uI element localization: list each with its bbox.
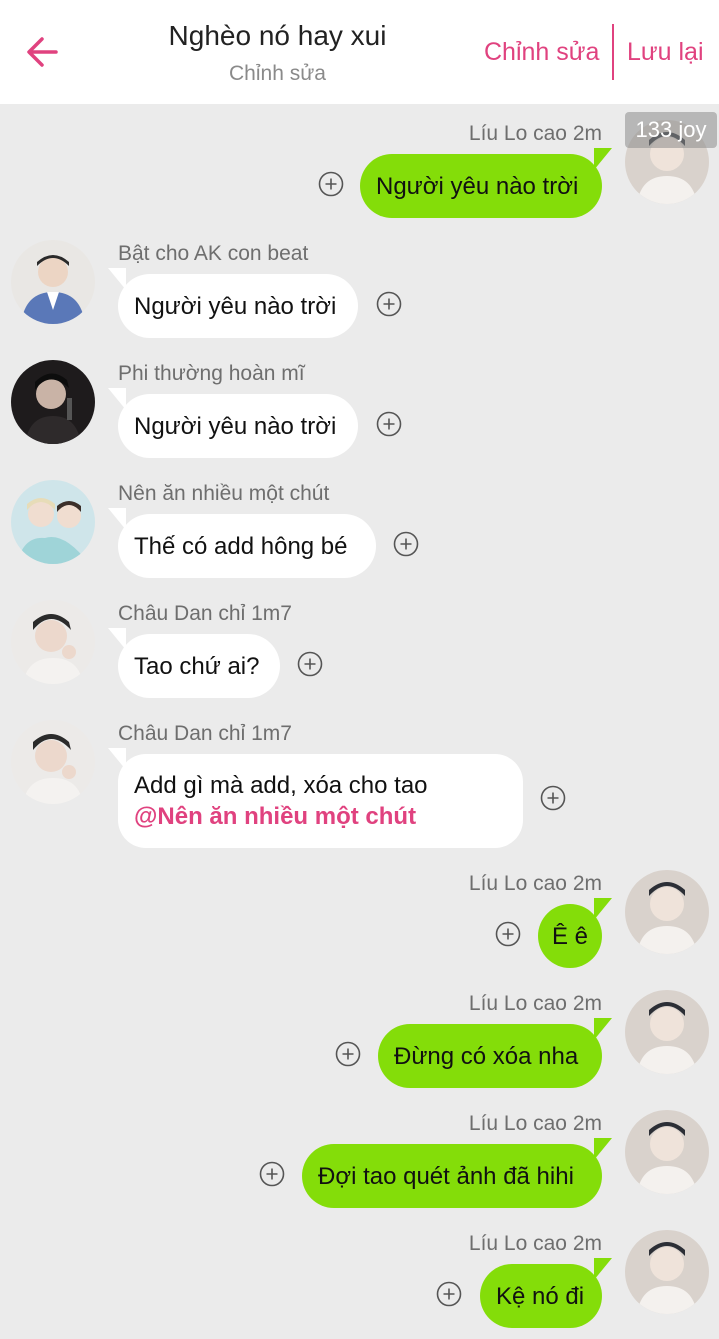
message-text: Người yêu nào trời xyxy=(376,172,579,200)
message-bubble[interactable]: Người yêu nào trời xyxy=(118,394,358,458)
avatar[interactable] xyxy=(625,1110,709,1194)
message-item: Líu Lo cao 2m Ê ê xyxy=(0,870,719,970)
bubble-tail xyxy=(594,898,612,920)
message-item: Bật cho AK con beat Người yêu nào trời xyxy=(0,240,719,340)
sender-name: Líu Lo cao 2m xyxy=(468,872,602,895)
message-text: Đợi tao quét ảnh đã hihi xyxy=(318,1162,574,1190)
save-button[interactable]: Lưu lại xyxy=(627,38,704,67)
message-item: Phi thường hoàn mĩ Người yêu nào trời xyxy=(0,360,719,460)
message-text: Người yêu nào trời xyxy=(134,292,337,320)
sender-name: Bật cho AK con beat xyxy=(118,242,309,265)
message-item: Châu Dan chỉ 1m7 Add gì mà add, xóa cho … xyxy=(0,720,719,850)
message-bubble[interactable]: Tao chứ ai? xyxy=(118,634,280,698)
sender-name: Líu Lo cao 2m xyxy=(468,122,602,145)
add-reaction-icon[interactable] xyxy=(297,651,323,677)
sender-name: Châu Dan chỉ 1m7 xyxy=(118,602,292,625)
avatar[interactable] xyxy=(625,1230,709,1314)
sender-name: Líu Lo cao 2m xyxy=(468,992,602,1015)
message-bubble[interactable]: Đừng có xóa nha xyxy=(378,1024,602,1088)
avatar[interactable] xyxy=(11,720,95,804)
add-reaction-icon[interactable] xyxy=(376,291,402,317)
add-reaction-icon[interactable] xyxy=(540,785,566,811)
message-text: Thế có add hông bé xyxy=(134,532,348,560)
avatar[interactable] xyxy=(11,240,95,324)
message-text: Tao chứ ai? xyxy=(134,652,260,680)
message-text: Ê ê xyxy=(551,922,589,950)
chat-subtitle: Chỉnh sửa xyxy=(229,62,326,85)
avatar[interactable] xyxy=(625,990,709,1074)
message-item: Líu Lo cao 2m Đừng có xóa nha xyxy=(0,990,719,1090)
message-bubble[interactable]: Thế có add hông bé xyxy=(118,514,376,578)
add-reaction-icon[interactable] xyxy=(495,921,521,947)
sender-name: Nên ăn nhiều một chút xyxy=(118,482,330,505)
add-reaction-icon[interactable] xyxy=(393,531,419,557)
sender-name: Phi thường hoàn mĩ xyxy=(118,362,305,385)
avatar[interactable] xyxy=(11,600,95,684)
message-item: Líu Lo cao 2m Người yêu nào trời xyxy=(0,120,719,220)
message-item: Châu Dan chỉ 1m7 Tao chứ ai? xyxy=(0,600,719,700)
chat-header: Nghèo nó hay xui Chỉnh sửa Chỉnh sửa Lưu… xyxy=(0,0,719,104)
avatar[interactable] xyxy=(11,360,95,444)
message-text: Add gì mà add, xóa cho tao xyxy=(134,772,428,799)
joy-count-badge: 133 joy xyxy=(625,112,717,148)
edit-button[interactable]: Chỉnh sửa xyxy=(484,38,599,67)
chat-title: Nghèo nó hay xui xyxy=(168,20,387,51)
header-divider xyxy=(612,24,614,80)
message-bubble[interactable]: Đợi tao quét ảnh đã hihi xyxy=(302,1144,602,1208)
message-item: Nên ăn nhiều một chút Thế có add hông bé xyxy=(0,480,719,580)
add-reaction-icon[interactable] xyxy=(259,1161,285,1187)
message-bubble[interactable]: Người yêu nào trời xyxy=(118,274,358,338)
message-bubble[interactable]: Kệ nó đi xyxy=(480,1264,602,1328)
add-reaction-icon[interactable] xyxy=(376,411,402,437)
message-bubble[interactable]: Ê ê xyxy=(538,904,602,968)
message-bubble[interactable]: Người yêu nào trời xyxy=(360,154,602,218)
sender-name: Líu Lo cao 2m xyxy=(468,1112,602,1135)
message-item: Líu Lo cao 2m Kệ nó đi xyxy=(0,1230,719,1330)
bubble-tail xyxy=(594,1258,612,1280)
mention-link[interactable]: @Nên ăn nhiều một chút xyxy=(134,801,507,832)
bubble-tail xyxy=(594,1138,612,1160)
message-bubble[interactable]: Add gì mà add, xóa cho tao @Nên ăn nhiều… xyxy=(118,754,523,848)
avatar[interactable] xyxy=(625,870,709,954)
avatar[interactable] xyxy=(11,480,95,564)
sender-name: Líu Lo cao 2m xyxy=(468,1232,602,1255)
add-reaction-icon[interactable] xyxy=(318,171,344,197)
message-text: Người yêu nào trời xyxy=(134,412,337,440)
sender-name: Châu Dan chỉ 1m7 xyxy=(118,722,292,745)
message-text: Kệ nó đi xyxy=(496,1282,585,1310)
bubble-tail xyxy=(594,148,612,170)
message-text: Đừng có xóa nha xyxy=(394,1042,579,1070)
bubble-tail xyxy=(594,1018,612,1040)
add-reaction-icon[interactable] xyxy=(436,1281,462,1307)
message-item: Líu Lo cao 2m Đợi tao quét ảnh đã hihi xyxy=(0,1110,719,1210)
add-reaction-icon[interactable] xyxy=(335,1041,361,1067)
